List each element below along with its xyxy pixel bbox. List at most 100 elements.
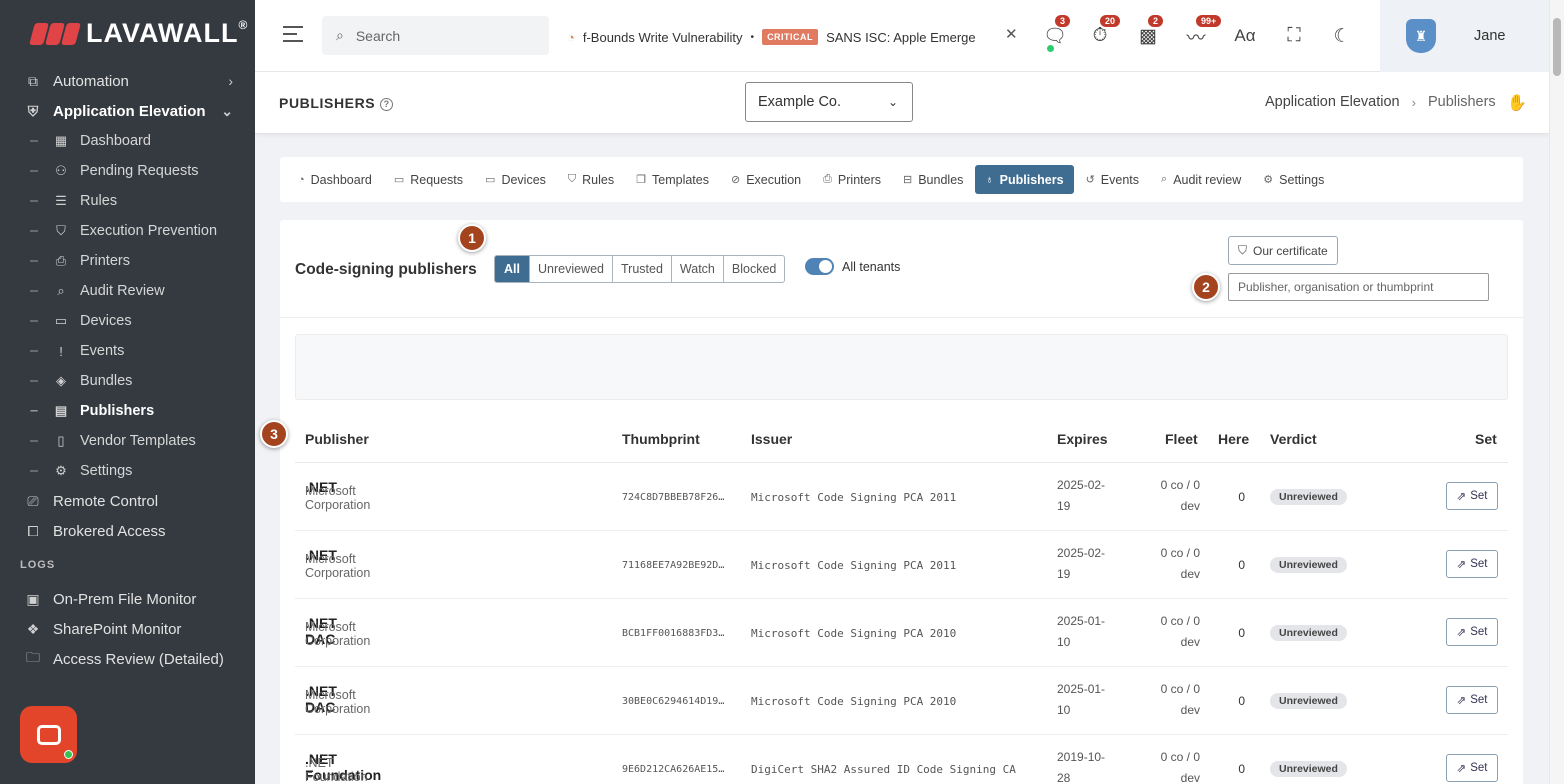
tab-templates[interactable]: ❐ Templates	[626, 165, 719, 194]
sidebar-item-access-review-detailed[interactable]: 🗀 Access Review (Detailed)	[0, 644, 255, 674]
chat-icon	[36, 724, 61, 745]
sidebar-item-on-prem-file-monitor[interactable]: ▣ On-Prem File Monitor	[0, 584, 255, 614]
sidebar-item-sharepoint-monitor[interactable]: ❖ SharePoint Monitor	[0, 614, 255, 644]
table-row[interactable]: .NET DAC Microsoft Corporation 30BE0C6294…	[295, 667, 1508, 735]
pin-icon: ⇗	[1456, 627, 1467, 639]
sidebar-item-brokered-access[interactable]: ⧠ Brokered Access	[0, 516, 255, 546]
tab-publishers[interactable]: ♁ Publishers	[975, 165, 1074, 194]
sidebar-item-printers[interactable]: – ⎙ Printers	[0, 246, 255, 276]
online-status-dot	[64, 750, 73, 759]
tab-bundles[interactable]: ⊟ Bundles	[893, 165, 973, 194]
close-icon[interactable]: ✕	[1005, 25, 1018, 43]
fleet-count: 0 co / 0	[1160, 614, 1200, 628]
set-verdict-button[interactable]: ⇗ Set	[1446, 482, 1498, 510]
column-header-thumbprint[interactable]: Thumbprint	[622, 431, 700, 447]
sidebar-item-pending-requests[interactable]: – ⚇ Pending Requests	[0, 156, 255, 186]
sidebar-item-bundles[interactable]: – ◈ Bundles	[0, 366, 255, 396]
page-scrollbar[interactable]	[1549, 0, 1564, 784]
table-row[interactable]: .NET DAC Microsoft Corporation BCB1FF0016…	[295, 599, 1508, 667]
pin-icon: ⇗	[1456, 763, 1467, 775]
publisher-org: Microsoft Corporation	[305, 620, 371, 648]
search-input[interactable]	[355, 27, 516, 44]
tab-dashboard[interactable]: ◔ Dashboard	[288, 165, 382, 194]
messages-button[interactable]: 🗨 3	[1043, 15, 1071, 52]
tab-devices[interactable]: ▭ Devices	[475, 165, 556, 194]
filter-unreviewed[interactable]: Unreviewed	[530, 256, 613, 282]
feeds-button[interactable]: 〰 99+	[1184, 15, 1222, 49]
search-box[interactable]: ⌕	[322, 16, 549, 55]
tab-execution[interactable]: ⊘ Execution	[721, 165, 811, 194]
sidebar-item-rules[interactable]: – ☰ Rules	[0, 186, 255, 216]
sidebar-item-events[interactable]: –! Events	[0, 336, 255, 366]
step-marker-2: 2	[1192, 273, 1220, 301]
remote-icon: ⎚	[27, 492, 39, 509]
filter-all[interactable]: All	[495, 256, 530, 282]
tab-events[interactable]: ↺ Events	[1076, 165, 1149, 194]
ticker-item[interactable]: SANS ISC: Apple Emerge	[826, 30, 976, 45]
fullscreen-button[interactable]: ⛶	[1282, 24, 1306, 48]
sidebar-item-audit-review[interactable]: – ⌕ Audit Review	[0, 276, 255, 306]
publisher-icon: ▤	[54, 403, 68, 418]
verdict-filter-group: All Unreviewed Trusted Watch Blocked	[494, 255, 786, 283]
sidebar-item-automation[interactable]: ⧉ Automation ›	[0, 66, 255, 96]
tab-settings[interactable]: ⚙ Settings	[1253, 165, 1334, 194]
table-row[interactable]: .NET Microsoft Corporation 71168EE7A92BE9…	[295, 531, 1508, 599]
tab-printers[interactable]: ⎙ Printers	[813, 165, 891, 194]
news-ticker[interactable]: ◔ f-Bounds Write Vulnerability • CRITICA…	[567, 26, 1022, 48]
toggle-switch[interactable]	[805, 258, 834, 275]
expires-day: 10	[1057, 703, 1071, 717]
column-header-issuer[interactable]: Issuer	[751, 431, 792, 447]
help-icon[interactable]: ?	[380, 98, 394, 111]
all-tenants-toggle[interactable]: All tenants	[805, 258, 900, 275]
table-row[interactable]: .NET Foundation .NET Foundation 9E6D212CA…	[295, 735, 1508, 784]
sidebar-item-vendor-templates[interactable]: – ▯ Vendor Templates	[0, 426, 255, 456]
set-verdict-button[interactable]: ⇗ Set	[1446, 686, 1498, 714]
filter-trusted[interactable]: Trusted	[613, 256, 672, 282]
font-size-button[interactable]: Aα	[1233, 24, 1257, 48]
menu-toggle-icon[interactable]	[283, 26, 303, 47]
sidebar-item-settings[interactable]: – ⚙ Settings	[0, 456, 255, 486]
sidebar-item-execution-prevention[interactable]: – ⛉ Execution Prevention	[0, 216, 255, 246]
sidebar-item-publishers[interactable]: – ▤ Publishers	[0, 396, 255, 426]
ticker-item[interactable]: f-Bounds Write Vulnerability	[583, 30, 743, 45]
status-badge: Unreviewed	[1270, 693, 1347, 709]
chevron-down-icon: ⌄	[887, 95, 898, 109]
column-header-expires[interactable]: Expires	[1057, 431, 1108, 447]
filter-watch[interactable]: Watch	[672, 256, 724, 282]
set-verdict-button[interactable]: ⇗ Set	[1446, 618, 1498, 646]
sidebar-item-devices[interactable]: – ▭ Devices	[0, 306, 255, 336]
our-certificate-button[interactable]: ⛉ Our certificate	[1228, 236, 1338, 265]
qr-button[interactable]: ▩ 2	[1136, 15, 1164, 48]
here-count: 0	[1238, 762, 1245, 776]
column-header-publisher[interactable]: Publisher	[305, 431, 369, 447]
set-verdict-button[interactable]: ⇗ Set	[1446, 550, 1498, 578]
set-verdict-button[interactable]: ⇗ Set	[1446, 754, 1498, 782]
sidebar-item-dashboard[interactable]: – ▦ Dashboard	[0, 126, 255, 156]
timer-button[interactable]: ⏱ 20	[1088, 15, 1121, 48]
user-menu[interactable]: ♜ Jane	[1380, 0, 1549, 72]
copy-icon: ❐	[636, 174, 646, 186]
column-header-here[interactable]: Here	[1218, 431, 1249, 447]
tenant-select[interactable]: Example Co. ⌄	[745, 82, 913, 122]
tab-requests[interactable]: ▭ Requests	[384, 165, 473, 194]
rules-icon: ☰	[55, 193, 67, 208]
tab-audit-review[interactable]: ⌕ Audit review	[1151, 165, 1251, 194]
sidebar-item-remote-control[interactable]: ⎚ Remote Control	[0, 486, 255, 516]
dark-mode-button[interactable]: ☾	[1330, 24, 1354, 48]
brand-logo[interactable]: LAVAWALL®	[29, 18, 248, 49]
breadcrumb-item[interactable]: Application Elevation	[1265, 94, 1400, 110]
column-header-verdict[interactable]: Verdict	[1270, 431, 1317, 447]
publisher-search-input[interactable]	[1228, 273, 1489, 301]
scrollbar-thumb[interactable]	[1553, 18, 1561, 76]
filter-blocked[interactable]: Blocked	[724, 256, 784, 282]
sidebar-item-label: Execution Prevention	[80, 223, 218, 239]
column-header-fleet[interactable]: Fleet	[1165, 431, 1198, 447]
status-badge: Unreviewed	[1270, 625, 1347, 641]
sidebar-item-label: Vendor Templates	[80, 433, 196, 449]
tab-rules[interactable]: ⛉ Rules	[558, 165, 624, 194]
table-row[interactable]: .NET Microsoft Corporation 724C8D7BBEB78F…	[295, 463, 1508, 531]
tab-label: Settings	[1279, 172, 1325, 187]
sidebar-item-application-elevation[interactable]: ⛨ Application Elevation ⌄	[0, 96, 255, 126]
chat-launcher-button[interactable]	[20, 706, 77, 763]
thumbprint: 724C8D7BBEB78F26…	[622, 492, 725, 503]
